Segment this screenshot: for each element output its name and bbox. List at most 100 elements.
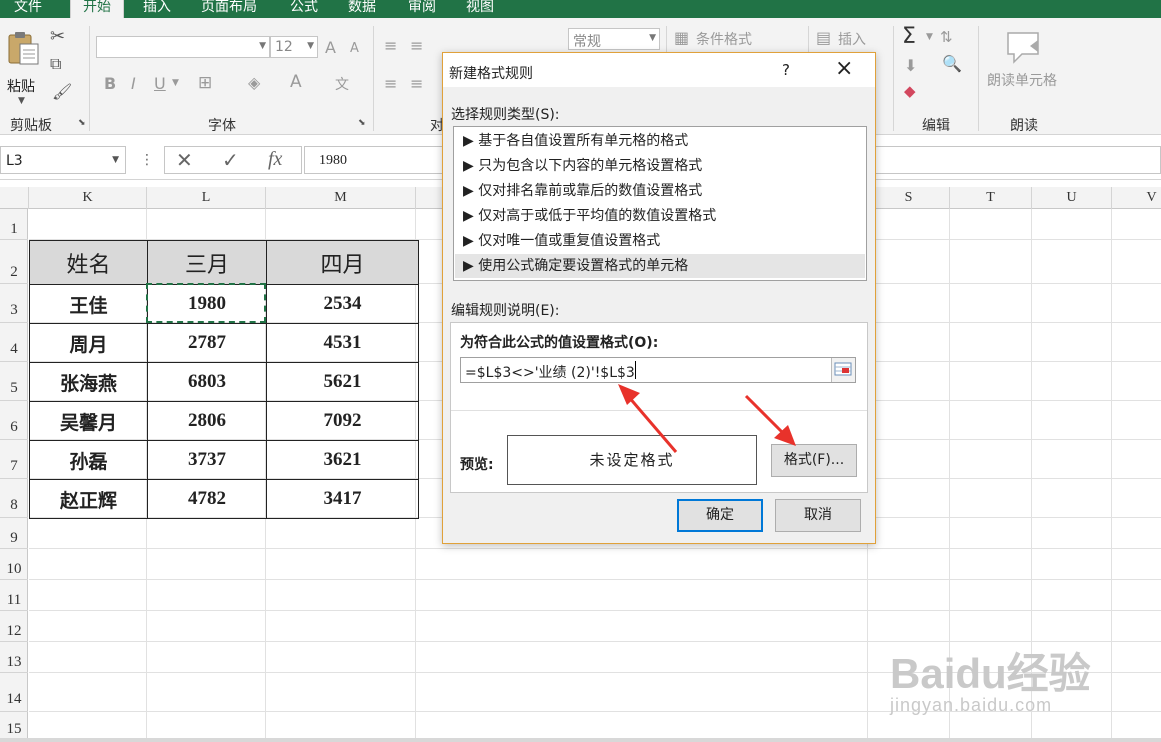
borders-icon[interactable]: ⊞: [198, 73, 212, 93]
column-header-l[interactable]: L: [147, 187, 266, 209]
fill-color-icon[interactable]: ◈: [248, 73, 260, 92]
font-color-icon[interactable]: A: [290, 72, 302, 92]
close-icon[interactable]: ×: [835, 56, 853, 81]
rule-type-item[interactable]: ▶ 仅对排名靠前或靠后的数值设置格式: [455, 179, 865, 203]
table-cell[interactable]: 4531: [266, 323, 419, 363]
conditional-format-button[interactable]: 条件格式: [696, 29, 752, 49]
sort-filter-icon[interactable]: ⇅: [940, 28, 953, 46]
find-icon[interactable]: 🔍: [942, 54, 962, 73]
clear-icon[interactable]: ◆: [904, 82, 916, 100]
rule-type-item[interactable]: ▶ 只为包含以下内容的单元格设置格式: [455, 154, 865, 178]
row-header[interactable]: 13: [0, 642, 28, 673]
row-header[interactable]: 7: [0, 440, 28, 479]
dialog-launcher-icon[interactable]: ⬊: [78, 118, 86, 128]
font-size-combo[interactable]: 12 ▼: [270, 36, 318, 58]
column-header-k[interactable]: K: [29, 187, 147, 209]
table-cell[interactable]: 赵正辉: [29, 479, 148, 519]
table-cell[interactable]: 3417: [266, 479, 419, 519]
name-box[interactable]: L3 ▼: [0, 146, 126, 174]
align-middle-icon[interactable]: ≡: [410, 36, 423, 55]
table-header-cell[interactable]: 姓名: [29, 240, 148, 285]
select-all-corner[interactable]: [0, 187, 29, 209]
dialog-launcher-icon[interactable]: ⬊: [358, 118, 366, 128]
table-cell[interactable]: 吴馨月: [29, 401, 148, 441]
table-cell[interactable]: 1980: [147, 284, 267, 324]
column-header-v[interactable]: V: [1112, 187, 1161, 209]
help-button[interactable]: ?: [782, 61, 790, 79]
cut-icon[interactable]: ✂: [50, 26, 65, 47]
tab-review[interactable]: 审阅: [408, 0, 436, 18]
italic-button[interactable]: I: [131, 74, 136, 93]
tab-view[interactable]: 视图: [466, 0, 494, 18]
collapse-dialog-button[interactable]: [831, 358, 855, 382]
insert-cells-icon[interactable]: ▤: [816, 28, 831, 47]
conditional-format-icon[interactable]: ▦: [674, 28, 689, 47]
fill-icon[interactable]: ⬇: [904, 56, 917, 75]
tab-file[interactable]: 文件: [14, 0, 42, 18]
table-cell[interactable]: 2806: [147, 401, 267, 441]
column-header-u[interactable]: U: [1032, 187, 1112, 209]
table-header-cell[interactable]: 四月: [266, 240, 419, 285]
rule-formula-input[interactable]: =$L$3<>'业绩 (2)'!$L$3: [460, 357, 856, 383]
column-header-t[interactable]: T: [950, 187, 1032, 209]
paste-button[interactable]: 粘贴 ▼: [4, 28, 42, 106]
tab-data[interactable]: 数据: [348, 0, 376, 18]
row-header[interactable]: 1: [0, 209, 28, 240]
column-header-m[interactable]: M: [266, 187, 416, 209]
font-name-combo[interactable]: ▼: [96, 36, 270, 58]
number-format-combo[interactable]: 常规 ▼: [568, 28, 660, 50]
align-center-icon[interactable]: ≡: [410, 74, 423, 93]
row-header[interactable]: 11: [0, 580, 28, 611]
tab-home[interactable]: 开始: [70, 0, 124, 20]
table-header-cell[interactable]: 三月: [147, 240, 267, 285]
row-header[interactable]: 10: [0, 549, 28, 580]
format-button[interactable]: 格式(F)...: [771, 444, 857, 477]
tab-formulas[interactable]: 公式: [290, 0, 318, 18]
table-cell[interactable]: 张海燕: [29, 362, 148, 402]
rule-type-item-selected[interactable]: ▶ 使用公式确定要设置格式的单元格: [455, 254, 865, 278]
format-painter-icon[interactable]: 🖌: [52, 82, 72, 101]
increase-font-icon[interactable]: A: [325, 38, 336, 57]
copy-icon[interactable]: ⧉: [50, 54, 61, 74]
row-header[interactable]: 3: [0, 284, 28, 323]
table-cell[interactable]: 孙磊: [29, 440, 148, 480]
table-cell[interactable]: 6803: [147, 362, 267, 402]
row-header[interactable]: 2: [0, 240, 28, 284]
table-cell[interactable]: 4782: [147, 479, 267, 519]
underline-button[interactable]: U: [154, 74, 166, 93]
table-cell[interactable]: 周月: [29, 323, 148, 363]
table-cell[interactable]: 7092: [266, 401, 419, 441]
table-cell[interactable]: 2787: [147, 323, 267, 363]
row-header[interactable]: 14: [0, 673, 28, 712]
bold-button[interactable]: B: [104, 74, 116, 93]
align-left-icon[interactable]: ≡: [384, 74, 397, 93]
row-header[interactable]: 12: [0, 611, 28, 642]
read-cells-button[interactable]: 朗读单元格: [987, 70, 1057, 90]
table-cell[interactable]: 3737: [147, 440, 267, 480]
tab-insert[interactable]: 插入: [143, 0, 171, 18]
row-header[interactable]: 6: [0, 401, 28, 440]
table-cell[interactable]: 3621: [266, 440, 419, 480]
autosum-icon[interactable]: Σ: [902, 24, 916, 49]
phonetic-icon[interactable]: 文: [335, 74, 349, 94]
rule-type-item[interactable]: ▶ 基于各自值设置所有单元格的格式: [455, 129, 865, 153]
decrease-font-icon[interactable]: A: [350, 41, 359, 56]
align-top-icon[interactable]: ≡: [384, 36, 397, 55]
insert-cells-button[interactable]: 插入: [838, 29, 866, 49]
rule-type-item[interactable]: ▶ 仅对唯一值或重复值设置格式: [455, 229, 865, 253]
speech-bubble-icon[interactable]: [1004, 30, 1044, 66]
cancel-button[interactable]: 取消: [775, 499, 861, 532]
cancel-entry-icon[interactable]: ✕: [176, 148, 193, 172]
table-cell[interactable]: 2534: [266, 284, 419, 324]
insert-function-icon[interactable]: fx: [268, 148, 282, 171]
table-cell[interactable]: 王佳: [29, 284, 148, 324]
confirm-entry-icon[interactable]: ✓: [222, 148, 239, 172]
column-header-s[interactable]: S: [868, 187, 950, 209]
row-header[interactable]: 4: [0, 323, 28, 362]
row-header[interactable]: 8: [0, 479, 28, 518]
table-cell[interactable]: 5621: [266, 362, 419, 402]
rule-type-item[interactable]: ▶ 仅对高于或低于平均值的数值设置格式: [455, 204, 865, 228]
ok-button[interactable]: 确定: [677, 499, 763, 532]
row-header[interactable]: 5: [0, 362, 28, 401]
row-header[interactable]: 9: [0, 518, 28, 549]
